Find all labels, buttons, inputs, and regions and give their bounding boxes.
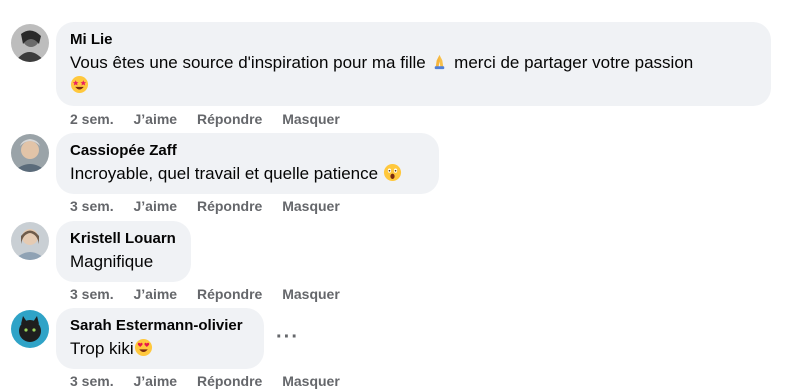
avatar[interactable] <box>11 222 49 260</box>
comment-text: Trop kiki <box>70 337 250 360</box>
avatar[interactable] <box>11 134 49 172</box>
hide-button[interactable]: Masquer <box>282 286 340 302</box>
comment-author[interactable]: Cassiopée Zaff <box>70 141 425 160</box>
comment-bubble: Cassiopée Zaff Incroyable, quel travail … <box>56 133 439 194</box>
comment-actions: 3 sem. J’aime Répondre Masquer <box>70 285 356 303</box>
avatar-image <box>11 24 49 62</box>
comment-bubble: Kristell Louarn Magnifique <box>56 221 191 282</box>
avatar-image <box>11 310 49 348</box>
avatar-image <box>11 134 49 172</box>
comment-bubble: Sarah Estermann-olivier Trop kiki <box>56 308 264 369</box>
avatar-image <box>11 222 49 260</box>
comment-author[interactable]: Sarah Estermann-olivier <box>70 316 250 335</box>
like-button[interactable]: J’aime <box>133 111 177 127</box>
comment-text-part: merci de partager votre passion <box>449 53 694 72</box>
heart-eyes-icon <box>134 338 153 357</box>
like-button[interactable]: J’aime <box>133 198 177 214</box>
comment-text-part: Trop kiki <box>70 339 134 358</box>
comment-text: Vous êtes une source d'inspiration pour … <box>70 51 757 97</box>
like-button[interactable]: J’aime <box>133 373 177 389</box>
star-struck-icon <box>70 75 89 94</box>
reply-button[interactable]: Répondre <box>197 198 262 214</box>
comment-text-part: Vous êtes une source d'inspiration pour … <box>70 53 431 72</box>
comment-author[interactable]: Mi Lie <box>70 30 757 49</box>
comment-text: Incroyable, quel travail et quelle patie… <box>70 162 425 185</box>
more-options-button[interactable]: ··· <box>276 326 299 349</box>
hide-button[interactable]: Masquer <box>282 111 340 127</box>
comment-timestamp[interactable]: 2 sem. <box>70 111 114 127</box>
avatar[interactable] <box>11 24 49 62</box>
comment-text-part: Incroyable, quel travail et quelle patie… <box>70 164 383 183</box>
comment-timestamp[interactable]: 3 sem. <box>70 286 114 302</box>
reply-button[interactable]: Répondre <box>197 286 262 302</box>
comment-timestamp[interactable]: 3 sem. <box>70 198 114 214</box>
like-button[interactable]: J’aime <box>133 286 177 302</box>
folded-hands-icon <box>430 52 449 71</box>
astonished-face-icon <box>383 163 402 182</box>
comment-text: Magnifique <box>70 252 154 271</box>
comment-timestamp[interactable]: 3 sem. <box>70 373 114 389</box>
comment-actions: 2 sem. J’aime Répondre Masquer <box>70 110 356 128</box>
hide-button[interactable]: Masquer <box>282 373 340 389</box>
comment-actions: 3 sem. J’aime Répondre Masquer <box>70 372 356 390</box>
comment-bubble: Mi Lie Vous êtes une source d'inspiratio… <box>56 22 771 106</box>
hide-button[interactable]: Masquer <box>282 198 340 214</box>
reply-button[interactable]: Répondre <box>197 373 262 389</box>
comment-author[interactable]: Kristell Louarn <box>70 229 177 248</box>
comment-actions: 3 sem. J’aime Répondre Masquer <box>70 197 356 215</box>
reply-button[interactable]: Répondre <box>197 111 262 127</box>
avatar[interactable] <box>11 310 49 348</box>
